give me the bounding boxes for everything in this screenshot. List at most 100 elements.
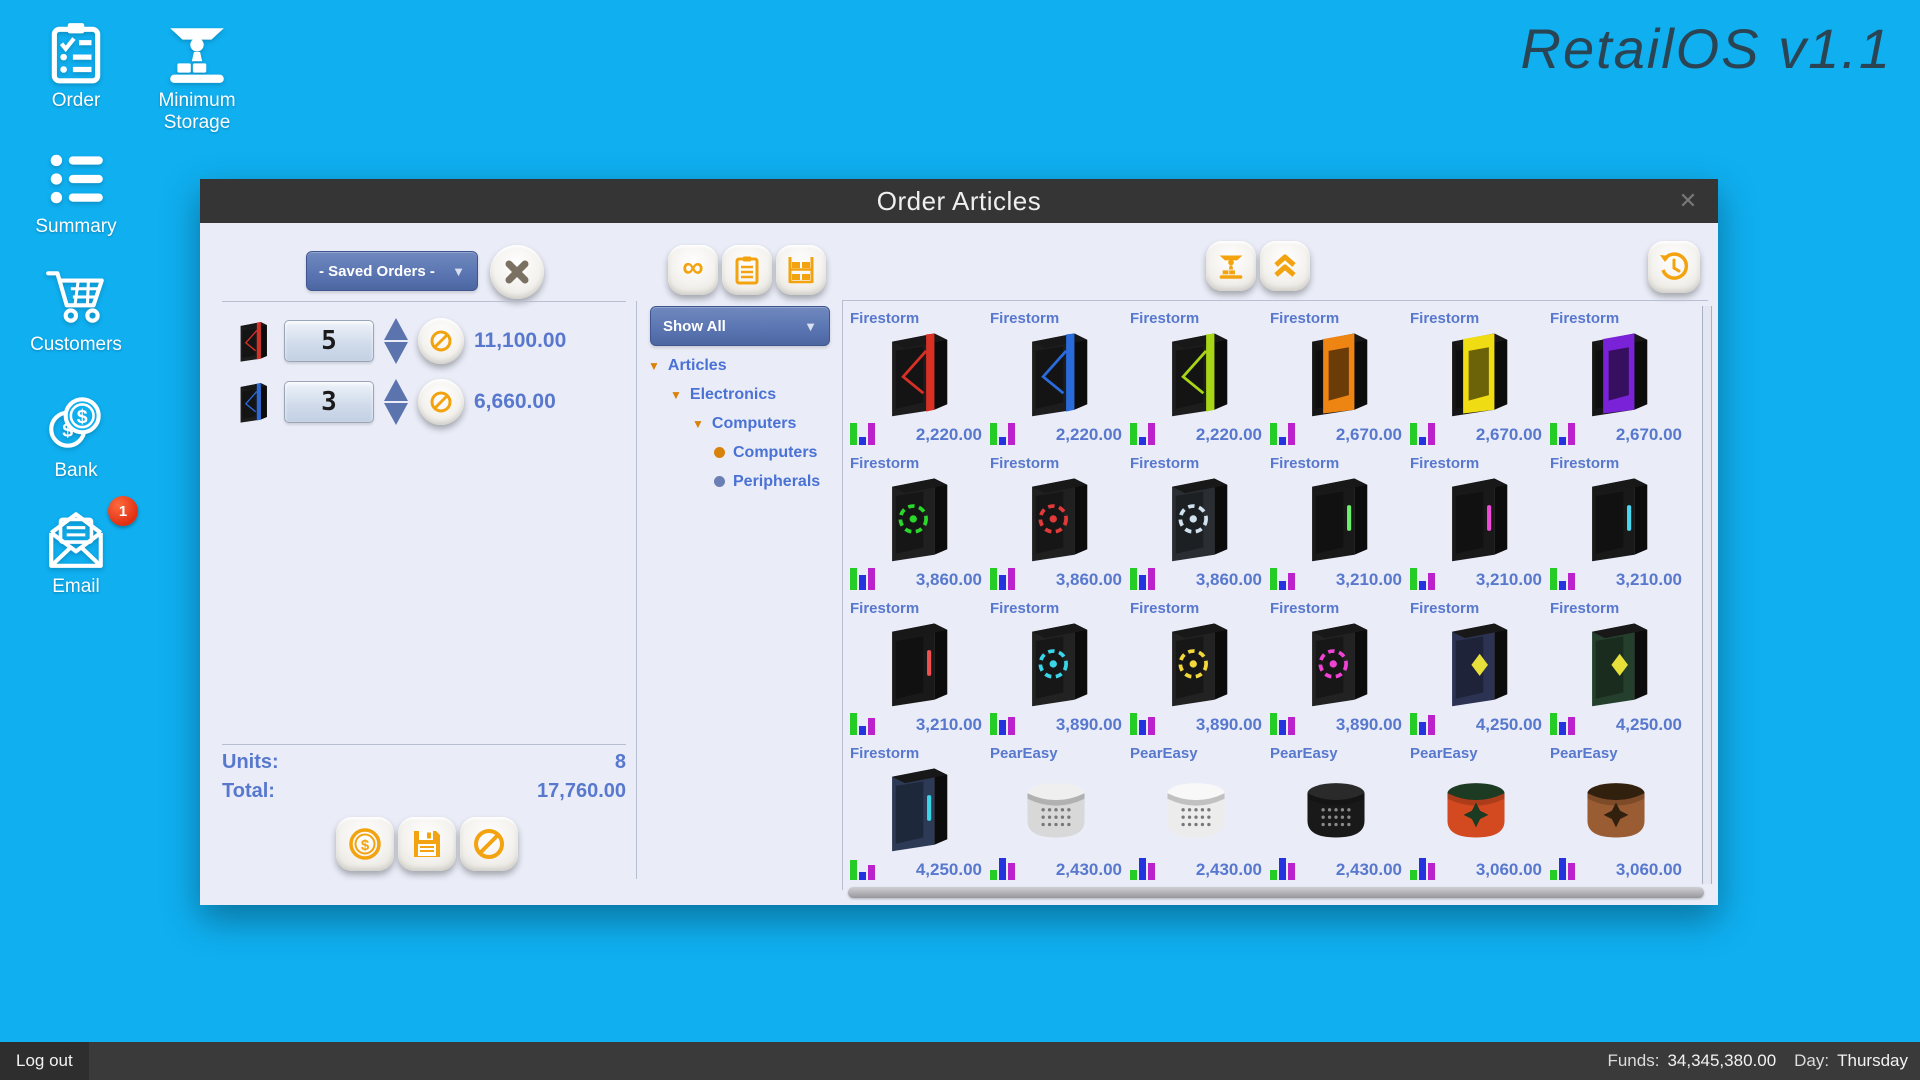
order-item-thumbnail (230, 312, 274, 370)
product-tile[interactable]: Firestorm 3,890.00 (1270, 600, 1402, 741)
cancel-icon (430, 330, 452, 352)
product-tile[interactable]: PearEasy 3,060.00 (1410, 745, 1542, 886)
warehouse-shelf-button[interactable] (776, 245, 826, 295)
stock-bars-icon (1270, 711, 1295, 735)
product-tile[interactable]: Firestorm 3,210.00 (1270, 455, 1402, 596)
vertical-scrollbar[interactable] (1702, 306, 1712, 884)
stock-bars-icon (1130, 566, 1155, 590)
product-tile[interactable]: Firestorm 4,250.00 (1410, 600, 1542, 741)
product-tile[interactable]: Firestorm 2,220.00 (1130, 310, 1262, 451)
tree-item-peripherals[interactable]: Peripherals (648, 467, 843, 496)
status-info: Funds: 34,345,380.00 Day: Thursday (1607, 1051, 1920, 1071)
funds-label: Funds: (1607, 1051, 1660, 1070)
product-tile[interactable]: Firestorm 3,210.00 (1410, 455, 1542, 596)
product-image (1560, 762, 1672, 854)
product-tile[interactable]: Firestorm 3,890.00 (990, 600, 1122, 741)
stock-bars-icon (850, 711, 875, 735)
product-image (1000, 762, 1112, 854)
save-order-button[interactable] (398, 817, 456, 871)
product-tile[interactable]: Firestorm 3,860.00 (1130, 455, 1262, 596)
minimum-storage-fill-button[interactable] (1206, 241, 1256, 291)
summary-icon (24, 146, 128, 212)
tree-item-computers[interactable]: ▼ Computers (648, 409, 843, 438)
product-tile[interactable]: Firestorm 3,210.00 (850, 600, 982, 741)
saved-orders-dropdown[interactable]: - Saved Orders - ▼ (306, 251, 478, 291)
quantity-down-icon[interactable] (384, 403, 408, 425)
product-name: PearEasy (1130, 745, 1198, 762)
quantity-up-icon[interactable] (384, 318, 408, 340)
stock-bars-icon (1410, 421, 1435, 445)
order-list-button[interactable] (722, 245, 772, 295)
remove-line-button[interactable] (418, 379, 464, 425)
remove-line-button[interactable] (418, 318, 464, 364)
product-tile[interactable]: Firestorm 2,220.00 (990, 310, 1122, 451)
saved-orders-value: - Saved Orders - (319, 262, 435, 280)
tree-expand-icon[interactable]: ▼ (670, 388, 682, 402)
product-image (1420, 327, 1532, 419)
product-tile[interactable]: Firestorm 4,250.00 (1550, 600, 1682, 741)
product-image (1140, 617, 1252, 709)
tree-item-electronics[interactable]: ▼ Electronics (648, 380, 843, 409)
product-image (1000, 617, 1112, 709)
sidebar-item-minimum-storage[interactable]: Minimum Storage (142, 20, 252, 135)
pay-order-button[interactable]: $ (336, 817, 394, 871)
logout-button[interactable]: Log out (0, 1042, 89, 1080)
quantity-up-icon[interactable] (384, 379, 408, 401)
product-tile[interactable]: Firestorm 3,860.00 (850, 455, 982, 596)
sort-ascending-button[interactable] (1260, 241, 1310, 291)
sidebar-item-customers[interactable]: Customers (16, 264, 136, 356)
product-tile[interactable]: PearEasy 2,430.00 (1130, 745, 1262, 886)
stock-bars-icon (1270, 566, 1295, 590)
close-icon[interactable]: ✕ (1674, 187, 1702, 215)
product-tile[interactable]: Firestorm 2,220.00 (850, 310, 982, 451)
order-history-button[interactable] (1648, 241, 1700, 293)
product-name: PearEasy (990, 745, 1058, 762)
tree-item-articles[interactable]: ▼ Articles (648, 351, 843, 380)
product-tile[interactable]: Firestorm 2,670.00 (1550, 310, 1682, 451)
product-tile[interactable]: PearEasy 2,430.00 (1270, 745, 1402, 886)
tree-item-computers[interactable]: Computers (648, 438, 843, 467)
order-articles-window: Order Articles ✕ - Saved Orders - ▼ 5 11,… (200, 179, 1718, 905)
stock-bars-icon (1550, 421, 1575, 445)
sidebar-item-bank[interactable]: $ $ Bank (28, 390, 124, 482)
product-tile[interactable]: Firestorm 2,670.00 (1270, 310, 1402, 451)
product-price: 3,210.00 (1335, 570, 1402, 589)
sidebar-item-order[interactable]: Order (28, 20, 124, 112)
units-value: 8 (614, 751, 626, 773)
sidebar-item-label: Email (52, 576, 100, 597)
category-filter-dropdown[interactable]: Show All ▼ (650, 306, 830, 346)
product-tile[interactable]: Firestorm 3,210.00 (1550, 455, 1682, 596)
tree-expand-icon[interactable]: ▼ (692, 417, 704, 431)
show-all-stock-button[interactable]: ∞ (668, 245, 718, 295)
product-price: 3,060.00 (1475, 860, 1542, 879)
quantity-input[interactable]: 3 (284, 381, 374, 423)
product-tile[interactable]: Firestorm 3,890.00 (1130, 600, 1262, 741)
product-tile[interactable]: Firestorm 3,860.00 (990, 455, 1122, 596)
stock-bars-icon (850, 421, 875, 445)
quantity-down-icon[interactable] (384, 342, 408, 364)
product-name: Firestorm (1270, 310, 1340, 327)
save-icon (414, 831, 440, 857)
product-name: Firestorm (990, 310, 1060, 327)
product-name: Firestorm (850, 455, 920, 472)
product-tile[interactable]: PearEasy 2,430.00 (990, 745, 1122, 886)
product-price: 2,670.00 (1475, 425, 1542, 444)
svg-text:$: $ (77, 406, 88, 428)
cancel-icon (430, 391, 452, 413)
horizontal-scrollbar[interactable] (848, 887, 1704, 898)
product-name: PearEasy (1550, 745, 1618, 762)
tree-expand-icon[interactable]: ▼ (648, 359, 660, 373)
product-name: Firestorm (850, 310, 920, 327)
product-price: 2,220.00 (915, 425, 982, 444)
product-name: Firestorm (1410, 455, 1480, 472)
clear-saved-order-button[interactable] (490, 245, 544, 299)
sidebar-item-email[interactable]: 1 Email (26, 496, 138, 598)
sidebar-item-summary[interactable]: Summary (24, 146, 128, 238)
quantity-input[interactable]: 5 (284, 320, 374, 362)
product-tile[interactable]: Firestorm 4,250.00 (850, 745, 982, 886)
cancel-order-button[interactable] (460, 817, 518, 871)
product-tile[interactable]: PearEasy 3,060.00 (1550, 745, 1682, 886)
product-price: 3,060.00 (1615, 860, 1682, 879)
product-tile[interactable]: Firestorm 2,670.00 (1410, 310, 1542, 451)
day-value: Thursday (1837, 1051, 1908, 1070)
